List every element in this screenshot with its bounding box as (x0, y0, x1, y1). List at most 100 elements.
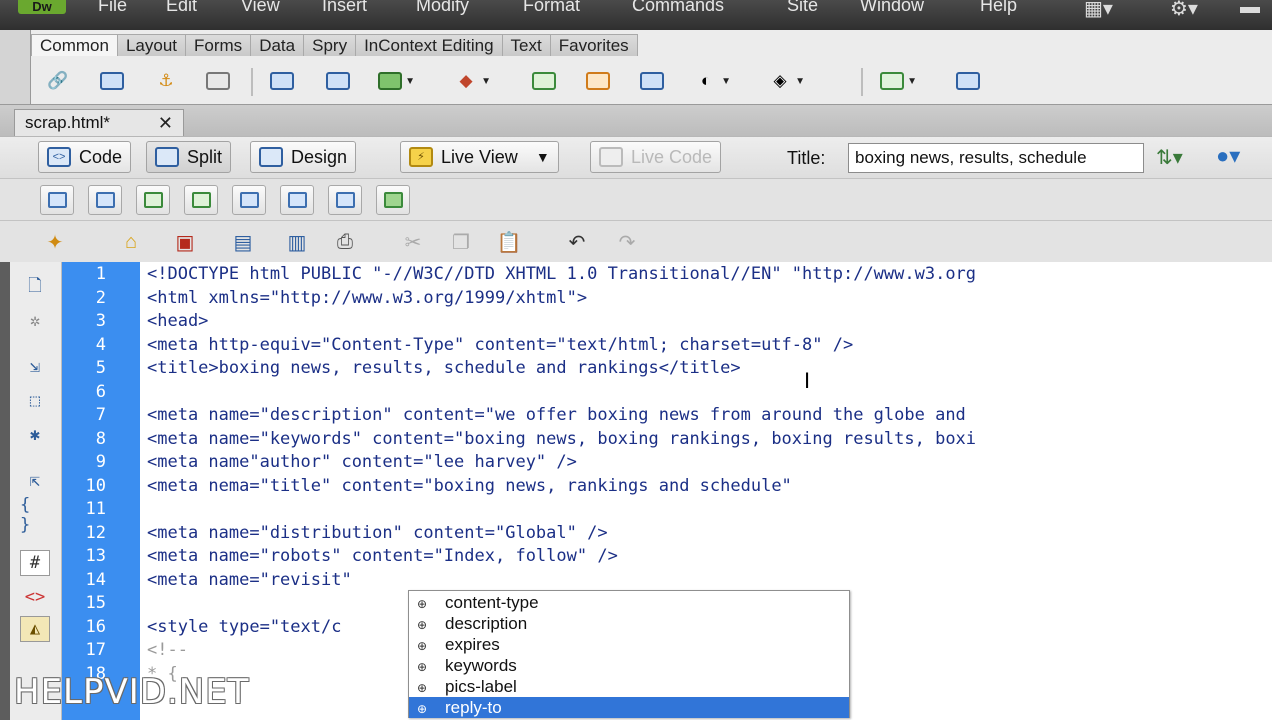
render-print-button[interactable] (88, 185, 122, 215)
split-view-button[interactable]: Split (146, 141, 232, 173)
email-link-icon[interactable] (97, 68, 127, 94)
live-view-icon: ⚡ (409, 147, 433, 167)
select-parent-tag-icon[interactable]: ⇱ (20, 468, 50, 494)
open-icon[interactable]: ⌂ (116, 229, 146, 255)
show-code-navigator-icon[interactable]: ✲ (20, 308, 50, 334)
tab-data[interactable]: Data (250, 34, 305, 56)
line-number: 5 (95, 358, 106, 378)
hint-item[interactable]: ⊕ description (409, 613, 849, 634)
templates-icon[interactable]: ▼ (877, 68, 917, 94)
comment-icon[interactable] (637, 68, 667, 94)
live-view-button[interactable]: ⚡ Live View ▼ (400, 141, 559, 173)
new-document-icon[interactable]: ✦ (40, 229, 70, 255)
tab-layout[interactable]: Layout (116, 34, 187, 56)
hint-item[interactable]: ⊕ expires (409, 634, 849, 655)
tab-text[interactable]: Text (501, 34, 551, 56)
render-tty-button[interactable] (232, 185, 266, 215)
date-icon[interactable] (529, 68, 559, 94)
horizontal-rule-icon[interactable] (203, 68, 233, 94)
hyperlink-icon[interactable]: 🔗 (43, 68, 73, 94)
layout-icon[interactable]: ▦▾ (1084, 0, 1113, 21)
chevron-down-icon[interactable]: ▼ (536, 142, 550, 172)
render-handheld-button[interactable] (136, 185, 170, 215)
balance-braces-icon[interactable]: { } (20, 495, 50, 535)
tab-incontext-editing[interactable]: InContext Editing (355, 34, 503, 56)
code-line: <meta nema="title" content="boxing news,… (147, 476, 792, 496)
tab-common[interactable]: Common (31, 34, 118, 56)
projection-icon (192, 192, 211, 208)
image-icon[interactable]: ▼ (375, 68, 415, 94)
expand-all-icon[interactable]: ✱ (20, 422, 50, 448)
menu-format[interactable]: Format (523, 0, 580, 16)
code-line: <meta http-equiv="Content-Type" content=… (147, 335, 854, 355)
extend-icon[interactable]: ▬ (1240, 0, 1260, 19)
line-number: 7 (95, 405, 106, 425)
hint-item[interactable]: ⊕ keywords (409, 655, 849, 676)
media-icon[interactable]: ◆ ▼ (451, 68, 491, 94)
render-projection-button[interactable] (184, 185, 218, 215)
cut-icon[interactable]: ✂ (398, 229, 428, 255)
code-hint-list[interactable]: ⊕ content-type ⊕ description ⊕ expires ⊕ key… (408, 590, 850, 718)
menu-modify[interactable]: Modify (416, 0, 469, 16)
file-management-icon[interactable]: ⇅▾ (1156, 145, 1183, 170)
head-icon[interactable]: ◐ ▼ (691, 68, 731, 94)
line-number: 17 (85, 640, 106, 660)
table-icon[interactable] (267, 68, 297, 94)
syntax-error-alerts-icon[interactable]: ◭ (20, 616, 50, 642)
document-tab[interactable]: scrap.html* ✕ (14, 109, 184, 137)
hint-item[interactable]: ⊕ content-type (409, 592, 849, 613)
script-icon[interactable]: ◈ ▼ (765, 68, 805, 94)
code-line: <meta name="revisit" (147, 570, 352, 590)
gear-icon[interactable]: ⚙▾ (1170, 0, 1198, 21)
render-tv-button[interactable] (280, 185, 314, 215)
hint-item[interactable]: ⊕ pics-label (409, 676, 849, 697)
copy-icon[interactable]: ❐ (446, 229, 476, 255)
tab-spry[interactable]: Spry (303, 34, 357, 56)
highlight-invalid-code-icon[interactable]: <> (20, 584, 50, 610)
document-toolbar: <> Code Split Design ⚡ Live View ▼ Live … (0, 136, 1272, 178)
live-code-button[interactable]: Live Code (590, 141, 722, 173)
render-screen-button[interactable] (40, 185, 74, 215)
hint-item-label: description (445, 614, 528, 633)
undo-icon[interactable]: ↶ (562, 229, 592, 255)
title-input[interactable] (848, 143, 1144, 173)
app-logo: Dw (18, 0, 66, 14)
tag-chooser-icon[interactable] (953, 68, 983, 94)
open-documents-icon[interactable]: 🗋 (20, 274, 50, 300)
close-icon[interactable]: ✕ (158, 110, 173, 136)
design-view-button[interactable]: Design (250, 141, 357, 173)
hint-item-selected[interactable]: ⊕ reply-to (409, 697, 849, 718)
paste-icon[interactable]: 📋 (494, 229, 524, 255)
collapse-selection-icon[interactable]: ⬚ (20, 388, 50, 414)
design-time-style-button[interactable] (376, 185, 410, 215)
toggle-css-button[interactable] (328, 185, 362, 215)
tab-forms[interactable]: Forms (185, 34, 252, 56)
code-icon: <> (47, 147, 71, 167)
browse-bridge-icon[interactable]: ▣ (170, 229, 200, 255)
server-side-include-icon[interactable] (583, 68, 613, 94)
save-all-icon[interactable]: ▥ (282, 229, 312, 255)
named-anchor-icon[interactable]: ⚓ (151, 68, 181, 94)
menu-file[interactable]: File (98, 0, 127, 16)
code-view-button[interactable]: <> Code (38, 141, 132, 173)
menu-help[interactable]: Help (980, 0, 1017, 16)
menu-commands[interactable]: Commands (632, 0, 724, 16)
menu-edit[interactable]: Edit (166, 0, 197, 16)
div-icon[interactable] (323, 68, 353, 94)
line-number: 11 (85, 499, 106, 519)
preview-browser-icon[interactable]: ●▾ (1216, 143, 1240, 169)
menu-insert[interactable]: Insert (322, 0, 367, 16)
menu-window[interactable]: Window (860, 0, 924, 16)
insert-panel: Common Layout Forms Data Spry InContext … (30, 30, 1272, 104)
save-icon[interactable]: ▤ (228, 229, 258, 255)
print-icon (96, 192, 115, 208)
menu-site[interactable]: Site (787, 0, 818, 16)
hint-item-label: pics-label (445, 677, 517, 696)
line-numbers-icon[interactable]: # (20, 550, 50, 576)
print-code-icon[interactable]: ⎙ (330, 229, 360, 255)
redo-icon[interactable]: ↷ (612, 229, 642, 255)
menu-view[interactable]: View (241, 0, 280, 16)
line-number: 6 (95, 382, 106, 402)
collapse-tag-icon[interactable]: ⇲ (20, 354, 50, 380)
tab-favorites[interactable]: Favorites (549, 34, 638, 56)
